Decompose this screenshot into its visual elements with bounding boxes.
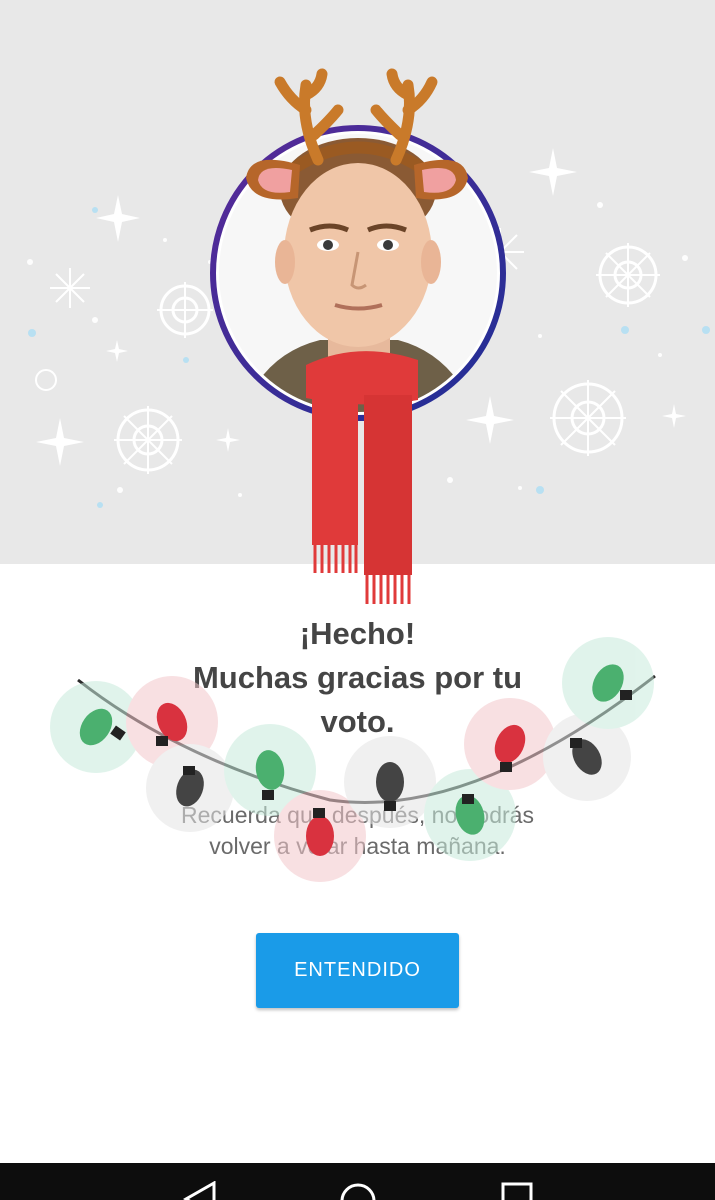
dialog-message: Recuerda que después, no podrás volver a… (0, 800, 715, 862)
snowflake-icon (114, 406, 182, 474)
snowflake-icon (50, 268, 90, 308)
dialog-title: ¡Hecho! Muchas gracias por tu voto. (0, 612, 715, 744)
avatar (210, 125, 506, 421)
message-line: Recuerda que después, no podrás (181, 802, 534, 828)
home-icon[interactable] (338, 1181, 378, 1200)
snow-background (27, 125, 710, 508)
snowflake-icon (596, 243, 660, 307)
title-line: Muchas gracias por tu (192, 660, 523, 695)
back-icon[interactable] (180, 1181, 220, 1200)
snowflake-icon (550, 380, 626, 456)
title-line: ¡Hecho! (299, 616, 416, 651)
light-bulb-icon (255, 750, 285, 790)
message-line: volver a votar hasta mañana. (209, 833, 506, 859)
light-bulb-icon (376, 762, 404, 802)
snowflake-icon (35, 369, 57, 391)
understood-button[interactable]: ENTENDIDO (256, 933, 459, 1008)
snowflake-icon (157, 282, 213, 338)
hero-header (0, 0, 715, 564)
recents-icon[interactable] (500, 1181, 540, 1200)
system-navigation-bar (0, 1163, 715, 1200)
title-line: voto. (320, 704, 395, 739)
